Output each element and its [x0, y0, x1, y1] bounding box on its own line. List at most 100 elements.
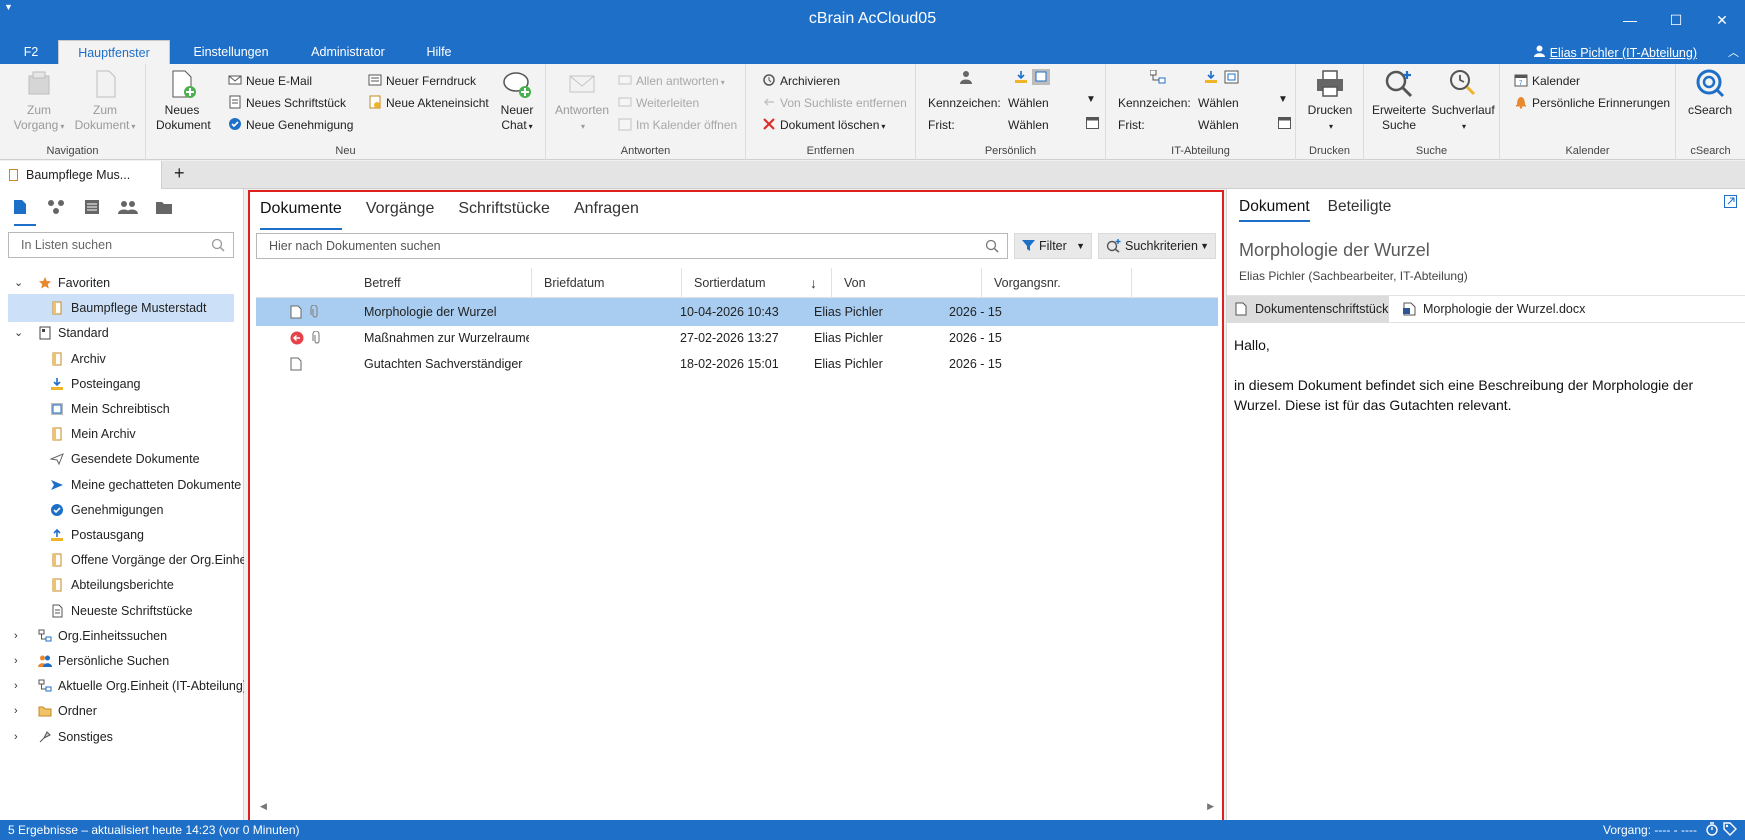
neues-dokument-button[interactable]: Neues Dokument [156, 68, 211, 133]
column-vorgangsnr[interactable]: Vorgangsnr. [982, 268, 1132, 298]
table-row[interactable]: Gutachten Sachverständiger 18-02-2026 15:… [256, 350, 1218, 378]
tree-item[interactable]: › Ordner [0, 697, 244, 725]
zum-vorgang-button[interactable]: Zum Vorgang ▾ [10, 68, 68, 134]
new-tab-button[interactable]: + [174, 163, 185, 184]
kennzeichen-waehlen[interactable]: Wählen [1008, 94, 1049, 112]
collapse-ribbon-icon[interactable]: ︿ [1728, 44, 1739, 60]
list-search-input[interactable]: In Listen suchen [8, 232, 234, 258]
kalender-button[interactable]: 7 Kalender [1514, 72, 1580, 90]
von-suchliste-entfernen-button[interactable]: Von Suchliste entfernen [762, 94, 907, 112]
column-von[interactable]: Von [832, 268, 982, 298]
close-button[interactable]: ✕ [1699, 0, 1745, 40]
neuer-chat-button[interactable]: Neuer Chat ▾ [496, 68, 538, 134]
tree-item[interactable]: › Aktuelle Org.Einheit (IT-Abteilung) [0, 672, 244, 700]
weiterleiten-button[interactable]: Weiterleiten [618, 94, 699, 112]
cases-list-icon[interactable] [82, 197, 102, 217]
contacts-icon[interactable] [118, 197, 138, 217]
column-briefdatum[interactable]: Briefdatum [532, 268, 682, 298]
tab-dokument[interactable]: Dokument [1239, 198, 1310, 222]
chevron-right-icon[interactable]: › [14, 647, 18, 675]
suchkriterien-button[interactable]: Suchkriterien ▼ [1098, 233, 1216, 259]
tree-item[interactable]: Meine gechatteten Dokumente [0, 471, 244, 499]
neue-akteneinsicht-button[interactable]: Neue Akteneinsicht [368, 94, 489, 112]
tree-item[interactable]: Baumpflege Musterstadt [8, 294, 234, 323]
tab-dokumentenschriftstueck[interactable]: Dokumentenschriftstück [1227, 296, 1389, 323]
allen-antworten-button[interactable]: Allen antworten ▾ [618, 72, 725, 90]
antworten-button[interactable]: Antworten ▾ [552, 68, 612, 134]
chevron-right-icon[interactable]: › [14, 723, 18, 751]
tab-einstellungen[interactable]: Einstellungen [180, 40, 282, 64]
tree-item[interactable]: Gesendete Dokumente [0, 445, 244, 473]
scroll-right-icon[interactable]: ▶ [1207, 801, 1214, 812]
documents-list-icon[interactable] [10, 197, 30, 217]
frist-waehlen[interactable]: Wählen [1008, 116, 1049, 134]
column-sortierdatum[interactable]: Sortierdatum ↓ [682, 268, 832, 298]
it-dropdown-icon[interactable]: ▼ [1278, 94, 1288, 105]
tree-item[interactable]: Offene Vorgänge der Org.Einheit [0, 546, 244, 574]
tab-dokumente[interactable]: Dokumente [260, 200, 342, 230]
chevron-right-icon[interactable]: › [14, 697, 18, 725]
it-frist-waehlen[interactable]: Wählen [1198, 116, 1239, 134]
popout-icon[interactable] [1724, 195, 1737, 208]
tree-item[interactable]: ⌄ Favoriten [0, 269, 244, 297]
erweiterte-suche-button[interactable]: Erweiterte Suche [1368, 68, 1430, 133]
org-tree-icon[interactable] [46, 197, 66, 217]
tree-item[interactable]: Archiv [0, 345, 244, 373]
drucken-button[interactable]: Drucken ▾ [1302, 68, 1358, 134]
neues-schriftstueck-button[interactable]: Neues Schriftstück [228, 94, 346, 112]
neuer-ferndruck-button[interactable]: Neuer Ferndruck [368, 72, 476, 90]
tree-item[interactable]: Posteingang [0, 370, 244, 398]
document-tab[interactable]: Baumpflege Mus... [0, 161, 162, 189]
scroll-left-icon[interactable]: ◀ [260, 801, 267, 812]
chevron-down-icon[interactable]: ⌄ [14, 269, 23, 297]
suchverlauf-button[interactable]: Suchverlauf ▾ [1430, 68, 1496, 134]
folders-icon[interactable] [154, 197, 174, 217]
im-kalender-oeffnen-button[interactable]: Im Kalender öffnen [618, 116, 737, 134]
neue-email-button[interactable]: Neue E-Mail [228, 72, 312, 90]
tree-item[interactable]: › Org.Einheitssuchen [0, 622, 244, 650]
archivieren-button[interactable]: Archivieren [762, 72, 840, 90]
tag-icon[interactable] [1723, 822, 1737, 836]
timer-icon[interactable] [1705, 822, 1719, 836]
column-betreff[interactable]: Betreff [352, 268, 532, 298]
tab-beteiligte[interactable]: Beteiligte [1328, 198, 1392, 216]
tree-item[interactable]: Mein Archiv [0, 420, 244, 448]
chevron-right-icon[interactable]: › [14, 622, 18, 650]
maximize-button[interactable]: ☐ [1653, 0, 1699, 40]
filter-button[interactable]: Filter ▼ [1014, 233, 1092, 259]
persoenliche-erinnerungen-button[interactable]: Persönliche Erinnerungen [1514, 94, 1670, 112]
persoenlich-dropdown-icon[interactable]: ▼ [1086, 94, 1096, 105]
table-row[interactable]: Morphologie der Wurzel 10-04-2026 10:43 El… [256, 298, 1218, 326]
chevron-right-icon[interactable]: › [14, 672, 18, 700]
paperclip-icon [312, 331, 320, 344]
zum-dokument-button[interactable]: Zum Dokument ▾ [72, 68, 138, 134]
tree-item[interactable]: Neueste Schriftstücke [0, 597, 244, 625]
chevron-down-icon[interactable]: ⌄ [14, 319, 23, 347]
frist-calendar-icon[interactable] [1086, 116, 1099, 129]
csearch-button[interactable]: cSearch [1680, 68, 1740, 118]
tree-item[interactable]: › Persönliche Suchen [0, 647, 244, 675]
tree-item[interactable]: Abteilungsberichte [0, 571, 244, 599]
tab-attachment-docx[interactable]: Morphologie der Wurzel.docx [1395, 296, 1585, 323]
group-label-persoenlich: Persönlich [984, 145, 1037, 157]
tab-anfragen[interactable]: Anfragen [574, 200, 639, 226]
it-frist-calendar-icon[interactable] [1278, 116, 1291, 129]
tree-item[interactable]: › Sonstiges [0, 723, 244, 751]
neue-genehmigung-button[interactable]: Neue Genehmigung [228, 116, 353, 134]
dokument-loeschen-button[interactable]: Dokument löschen ▾ [762, 116, 885, 134]
tab-administrator[interactable]: Administrator [298, 40, 398, 64]
it-kennzeichen-waehlen[interactable]: Wählen [1198, 94, 1239, 112]
tab-hilfe[interactable]: Hilfe [414, 40, 464, 64]
tab-hauptfenster[interactable]: Hauptfenster [58, 40, 170, 64]
tab-f2[interactable]: F2 [14, 40, 48, 64]
user-link[interactable]: Elias Pichler (IT-Abteilung) [1533, 45, 1697, 60]
tree-item[interactable]: Postausgang [0, 521, 244, 549]
document-search-input[interactable]: Hier nach Dokumenten suchen [256, 233, 1008, 259]
minimize-button[interactable]: — [1607, 0, 1653, 40]
tab-vorgaenge[interactable]: Vorgänge [366, 200, 435, 226]
tab-schriftstuecke[interactable]: Schriftstücke [458, 200, 550, 226]
tree-item[interactable]: ⌄ Standard [0, 319, 244, 347]
table-row[interactable]: Maßnahmen zur Wurzelraumerweiterung 27-02… [256, 324, 1218, 352]
tree-item[interactable]: Mein Schreibtisch [0, 395, 244, 423]
tree-item[interactable]: Genehmigungen [0, 496, 244, 524]
